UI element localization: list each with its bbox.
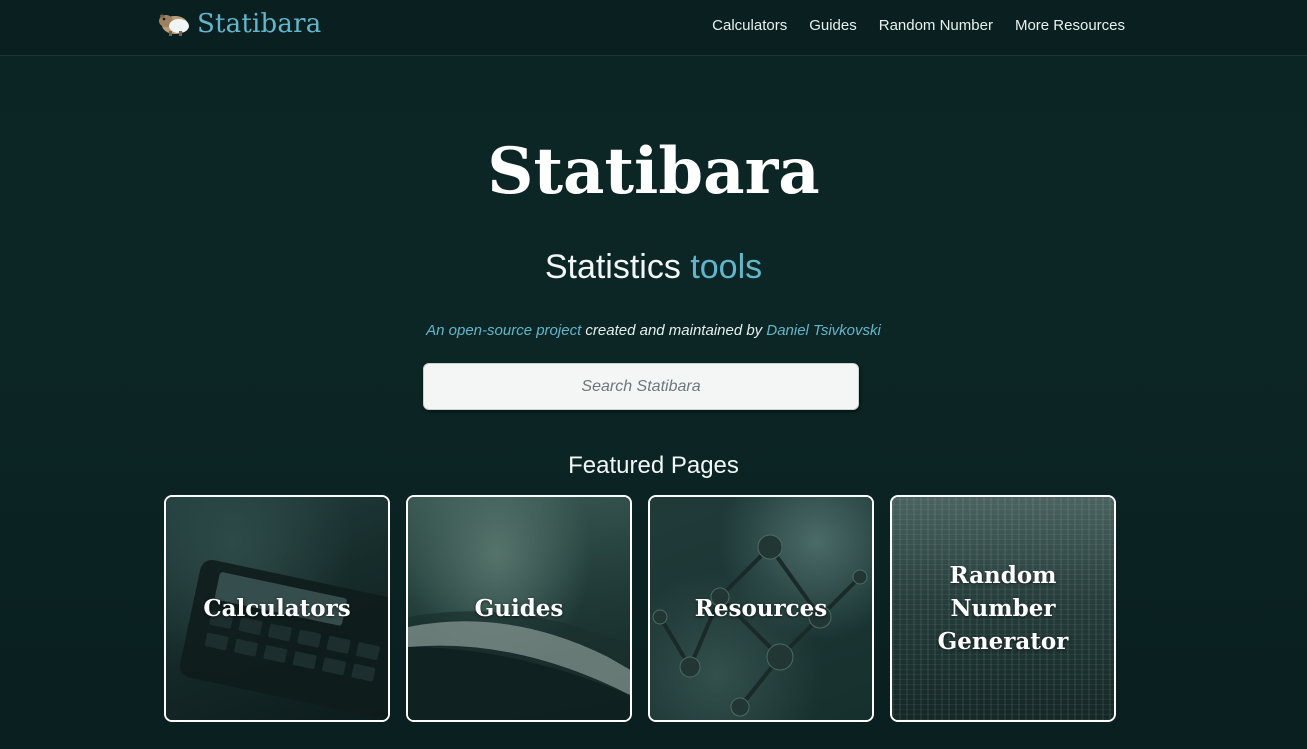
card-calculators[interactable]: Calculators xyxy=(164,495,390,722)
card-label-random-number-generator: Random Number Generator xyxy=(937,562,1069,655)
capybara-logo-icon xyxy=(159,14,189,36)
search-input[interactable] xyxy=(423,363,859,410)
hero-subtitle: Statistics tools xyxy=(0,248,1307,287)
card-random-number-generator[interactable]: Random Number Generator xyxy=(890,495,1116,722)
nav-link-more-resources[interactable]: More Resources xyxy=(1015,17,1125,34)
author-link[interactable]: Daniel Tsivkovski xyxy=(766,322,881,339)
credit-middle-text: created and maintained by xyxy=(581,322,767,339)
hero-title: Statibara xyxy=(487,134,820,209)
open-source-link[interactable]: An open-source project xyxy=(426,322,581,339)
card-label-resources: Resources xyxy=(694,595,828,622)
subtitle-accent: tools xyxy=(690,248,763,286)
navbar: Statibara Calculators Guides Random Numb… xyxy=(0,0,1307,56)
main-nav: Calculators Guides Random Number More Re… xyxy=(712,17,1125,34)
card-label-calculators: Calculators xyxy=(203,595,351,622)
nav-link-calculators[interactable]: Calculators xyxy=(712,17,787,34)
brand-home-link[interactable]: Statibara xyxy=(157,9,321,39)
credit-line: An open-source project created and maint… xyxy=(0,322,1307,339)
subtitle-main: Statistics xyxy=(544,248,681,286)
featured-cards: Calculators Guides Resources Random Numb… xyxy=(164,495,1116,722)
nav-link-guides[interactable]: Guides xyxy=(809,17,857,34)
card-resources[interactable]: Resources xyxy=(648,495,874,722)
featured-pages-title: Featured Pages xyxy=(568,452,739,479)
card-label-guides: Guides xyxy=(474,595,564,622)
card-guides[interactable]: Guides xyxy=(406,495,632,722)
brand-name: Statibara xyxy=(197,9,322,39)
nav-link-random-number[interactable]: Random Number xyxy=(879,17,993,34)
